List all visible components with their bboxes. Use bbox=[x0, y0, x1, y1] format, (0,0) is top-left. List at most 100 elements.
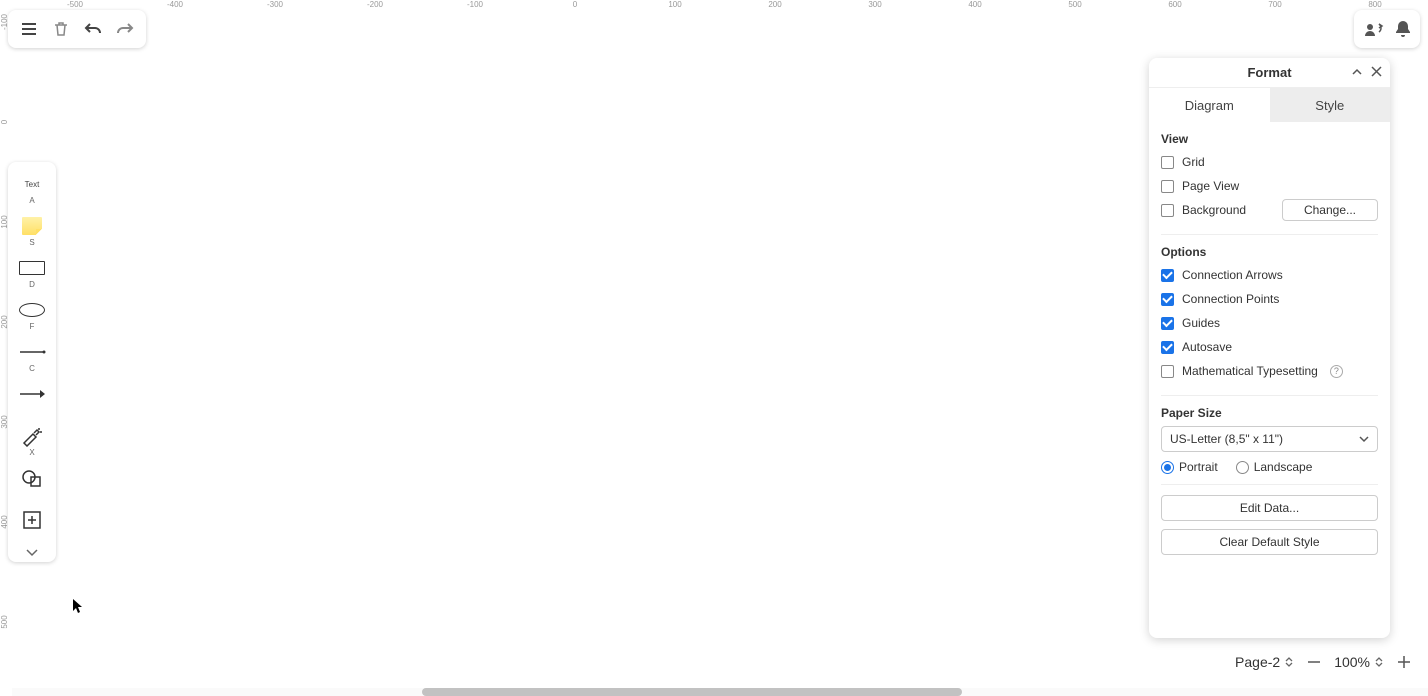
chevron-up-icon bbox=[1351, 67, 1363, 77]
arrow-icon bbox=[18, 388, 46, 400]
ruler-tick: -100 bbox=[467, 0, 483, 9]
delete-button[interactable] bbox=[48, 16, 74, 42]
help-icon[interactable]: ? bbox=[1330, 365, 1343, 378]
status-bar: Page-2 100% bbox=[1235, 648, 1412, 676]
section-view: View Grid Page View Background Change... bbox=[1161, 122, 1378, 235]
rectangle-icon bbox=[19, 261, 45, 275]
radio-portrait[interactable] bbox=[1161, 461, 1174, 474]
tool-line[interactable]: C bbox=[8, 336, 56, 378]
orientation-portrait[interactable]: Portrait bbox=[1161, 460, 1218, 474]
chevron-down-icon bbox=[25, 548, 39, 558]
checkbox-grid[interactable] bbox=[1161, 156, 1174, 169]
tool-text[interactable]: Text A bbox=[8, 168, 56, 210]
ruler-tick: 200 bbox=[768, 0, 781, 9]
collapse-button[interactable] bbox=[1351, 64, 1363, 82]
radio-landscape[interactable] bbox=[1236, 461, 1249, 474]
ruler-tick: -200 bbox=[367, 0, 383, 9]
menu-button[interactable] bbox=[16, 16, 42, 42]
bell-icon bbox=[1394, 19, 1412, 39]
format-header: Format bbox=[1149, 58, 1390, 88]
tool-shortcut: X bbox=[29, 448, 34, 458]
shape-palette: Text A S D F C X bbox=[8, 162, 56, 562]
ruler-tick: 600 bbox=[1168, 0, 1181, 9]
palette-more[interactable] bbox=[8, 546, 56, 558]
label-background: Background bbox=[1182, 203, 1246, 217]
notifications-button[interactable] bbox=[1394, 16, 1412, 42]
ruler-tick: 0 bbox=[573, 0, 577, 9]
ruler-tick: 0 bbox=[0, 120, 9, 124]
ruler-tick: 300 bbox=[868, 0, 881, 9]
ruler-top: -500 -400 -300 -200 -100 0 100 200 300 4… bbox=[12, 0, 1428, 12]
section-paper-size: Paper Size US-Letter (8,5" x 11") Portra… bbox=[1161, 396, 1378, 485]
share-button[interactable] bbox=[1362, 16, 1388, 42]
tool-rectangle[interactable]: D bbox=[8, 252, 56, 294]
plus-icon bbox=[1396, 654, 1412, 670]
main-toolbar bbox=[8, 10, 146, 48]
zoom-in-button[interactable] bbox=[1396, 648, 1412, 676]
checkbox-background[interactable] bbox=[1161, 204, 1174, 217]
checkbox-autosave[interactable] bbox=[1161, 341, 1174, 354]
chevron-down-icon bbox=[1359, 435, 1369, 443]
tool-shortcut: F bbox=[30, 322, 35, 332]
ruler-tick: -300 bbox=[267, 0, 283, 9]
label-landscape: Landscape bbox=[1254, 460, 1313, 474]
minus-icon bbox=[1306, 654, 1322, 670]
scrollbar-thumb[interactable] bbox=[422, 688, 962, 696]
change-background-button[interactable]: Change... bbox=[1282, 199, 1378, 221]
close-button[interactable] bbox=[1371, 64, 1382, 82]
tool-freehand[interactable]: X bbox=[8, 420, 56, 462]
tool-note[interactable]: S bbox=[8, 210, 56, 252]
orientation-landscape[interactable]: Landscape bbox=[1236, 460, 1313, 474]
label-portrait: Portrait bbox=[1179, 460, 1218, 474]
clear-style-button[interactable]: Clear Default Style bbox=[1161, 529, 1378, 555]
checkbox-guides[interactable] bbox=[1161, 317, 1174, 330]
line-icon bbox=[18, 346, 46, 358]
page-stepper-icon bbox=[1284, 656, 1294, 668]
undo-button[interactable] bbox=[80, 16, 106, 42]
format-title: Format bbox=[1247, 65, 1291, 80]
tool-insert[interactable] bbox=[8, 504, 56, 546]
note-icon bbox=[22, 217, 42, 235]
tool-shortcut: D bbox=[29, 280, 35, 290]
tab-diagram[interactable]: Diagram bbox=[1149, 88, 1270, 122]
zoom-out-button[interactable] bbox=[1306, 648, 1322, 676]
page-name: Page-2 bbox=[1235, 654, 1280, 670]
checkbox-connection-arrows[interactable] bbox=[1161, 269, 1174, 282]
section-title: Paper Size bbox=[1161, 406, 1378, 420]
format-tabs: Diagram Style bbox=[1149, 88, 1390, 122]
checkbox-page-view[interactable] bbox=[1161, 180, 1174, 193]
tool-arrow[interactable] bbox=[8, 378, 56, 420]
zoom-level[interactable]: 100% bbox=[1334, 648, 1384, 676]
close-icon bbox=[1371, 66, 1382, 77]
ruler-tick: 500 bbox=[0, 615, 9, 628]
tool-shapes[interactable] bbox=[8, 462, 56, 504]
redo-icon bbox=[115, 20, 135, 38]
checkbox-connection-points[interactable] bbox=[1161, 293, 1174, 306]
ruler-corner bbox=[0, 0, 12, 12]
ruler-tick: 100 bbox=[668, 0, 681, 9]
paper-size-select[interactable]: US-Letter (8,5" x 11") bbox=[1161, 426, 1378, 452]
undo-icon bbox=[83, 20, 103, 38]
ruler-tick: -500 bbox=[67, 0, 83, 9]
ruler-tick: 400 bbox=[968, 0, 981, 9]
checkbox-math[interactable] bbox=[1161, 365, 1174, 378]
section-actions: Edit Data... Clear Default Style bbox=[1161, 485, 1378, 565]
ruler-tick: 700 bbox=[1268, 0, 1281, 9]
section-title: Options bbox=[1161, 245, 1378, 259]
tool-ellipse[interactable]: F bbox=[8, 294, 56, 336]
horizontal-scrollbar[interactable] bbox=[12, 688, 1428, 696]
edit-data-button[interactable]: Edit Data... bbox=[1161, 495, 1378, 521]
ruler-tick: -400 bbox=[167, 0, 183, 9]
zoom-stepper-icon bbox=[1374, 656, 1384, 668]
text-icon: Text bbox=[25, 180, 40, 189]
account-toolbar bbox=[1354, 10, 1420, 48]
ruler-tick: 500 bbox=[1068, 0, 1081, 9]
redo-button[interactable] bbox=[112, 16, 138, 42]
label-math: Mathematical Typesetting bbox=[1182, 364, 1318, 378]
page-selector[interactable]: Page-2 bbox=[1235, 648, 1294, 676]
share-icon bbox=[1362, 19, 1388, 39]
tab-style[interactable]: Style bbox=[1270, 88, 1391, 122]
label-grid: Grid bbox=[1182, 155, 1205, 169]
zoom-value: 100% bbox=[1334, 654, 1370, 670]
paper-size-value: US-Letter (8,5" x 11") bbox=[1170, 432, 1283, 446]
